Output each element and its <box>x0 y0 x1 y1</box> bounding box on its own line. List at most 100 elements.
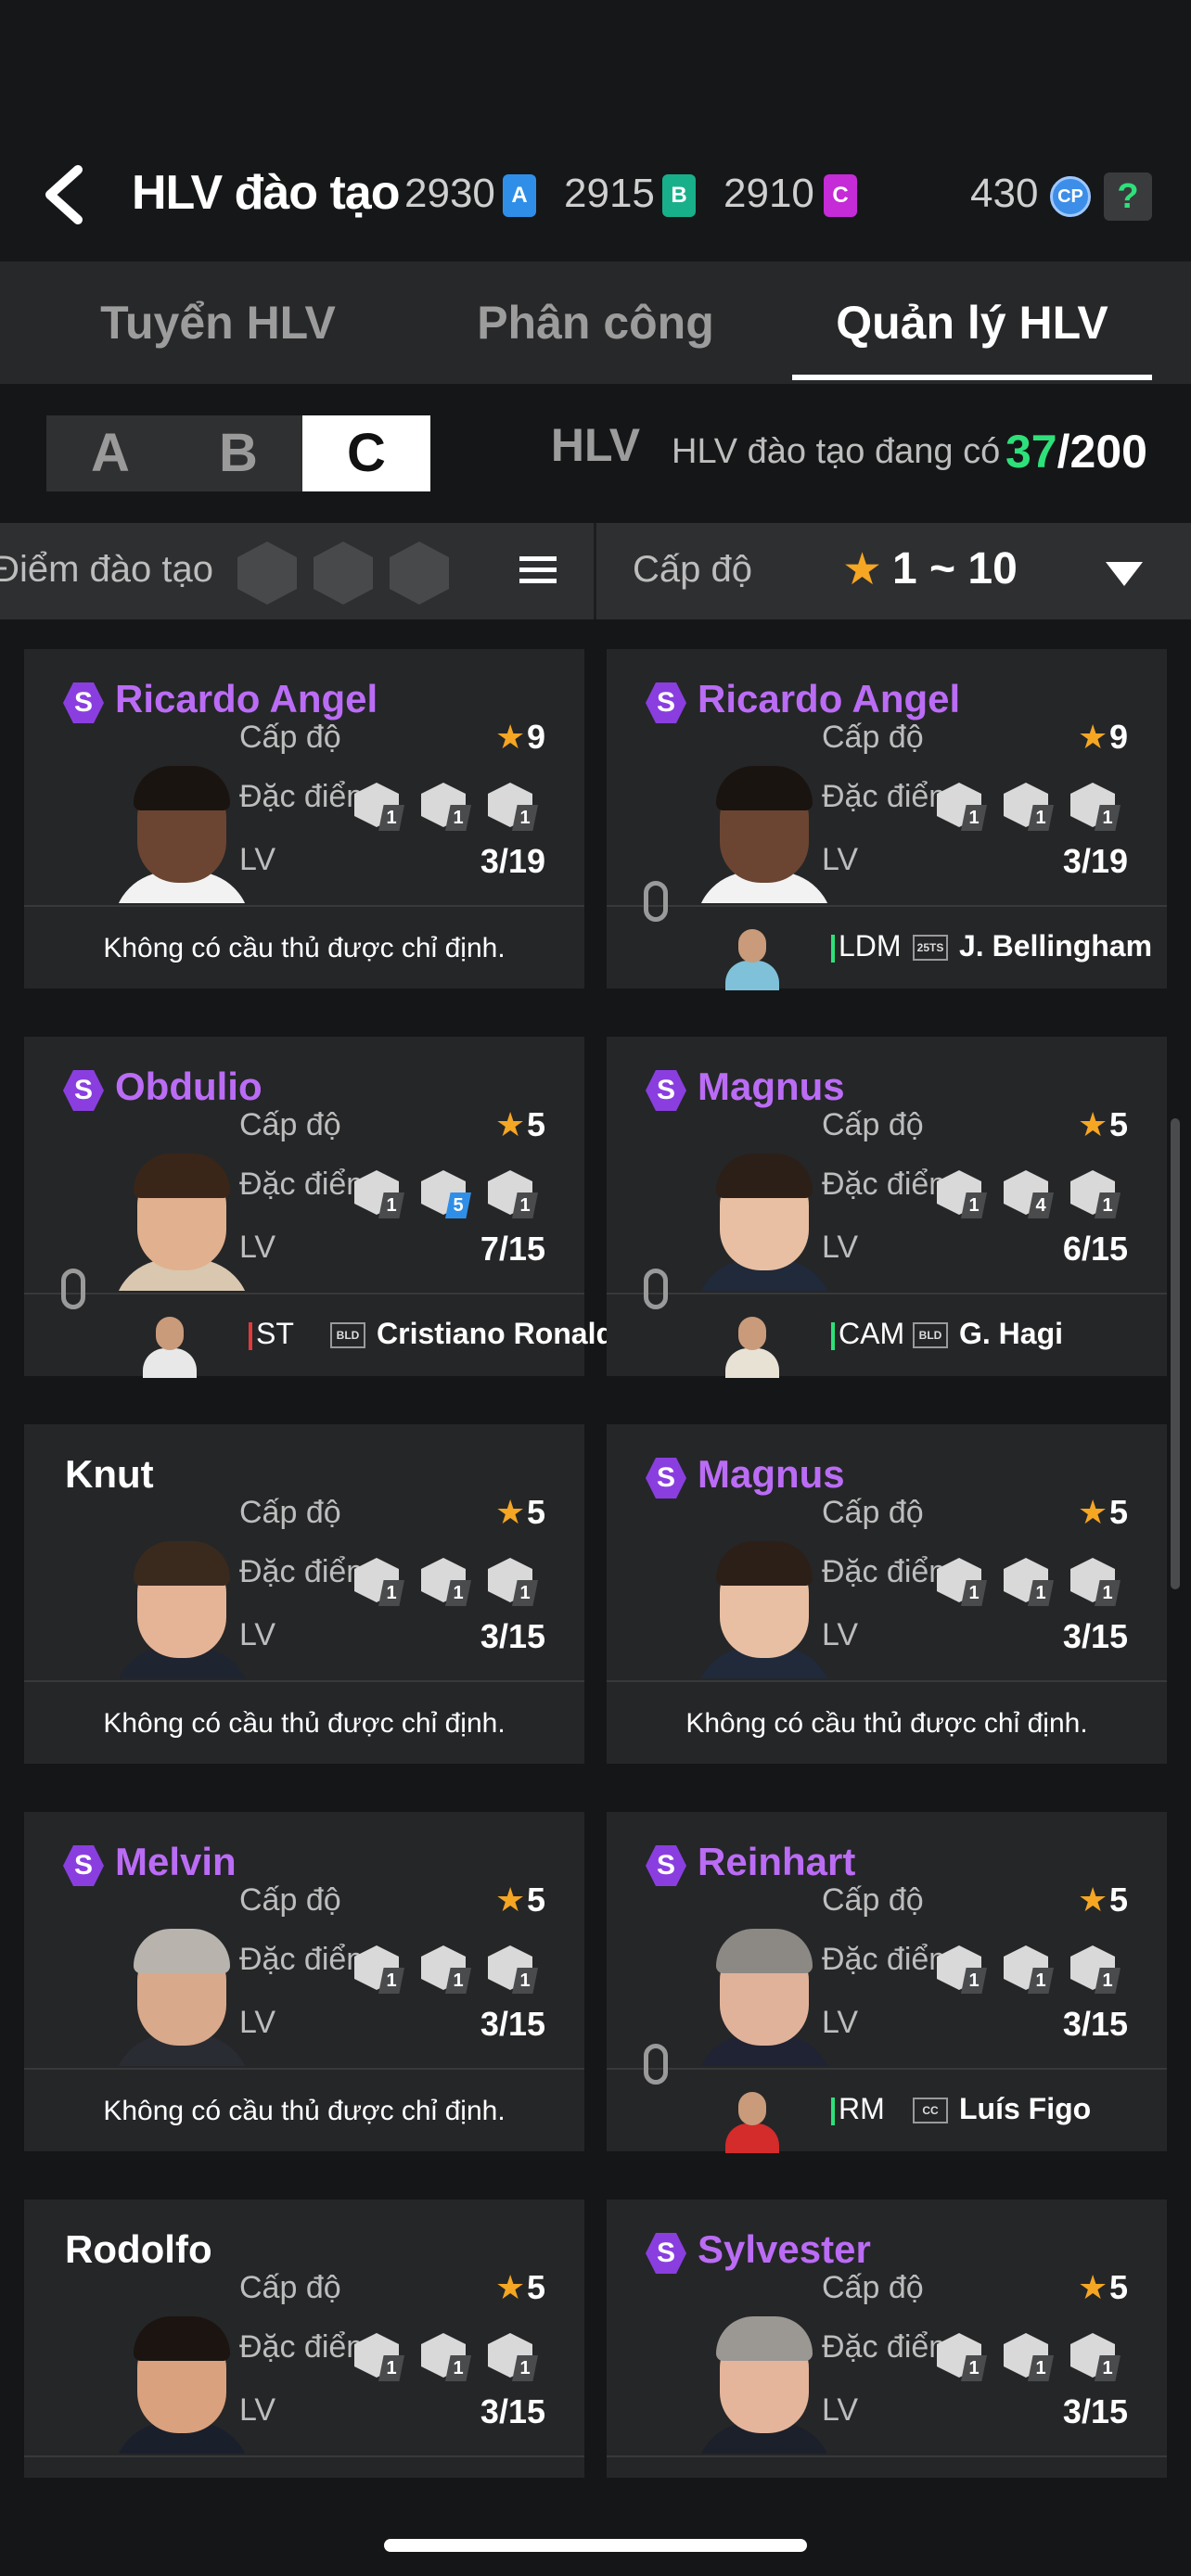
trait-icon[interactable]: 1 <box>1070 1558 1122 1610</box>
trait-icon[interactable]: 1 <box>1070 1945 1122 1997</box>
assigned-player-area[interactable]: Không có cầu thủ được chỉ định. <box>24 2455 584 2478</box>
trait-icon[interactable]: 1 <box>421 1945 473 1997</box>
assigned-player-area[interactable]: Không có cầu thủ được chỉ định. <box>24 2068 584 2153</box>
coach-card[interactable]: S Magnus Cấp độ ★ 5 Đặc điểm 1 4 1 LV 6/15 CAM BLD G.… <box>607 1037 1167 1378</box>
coach-card-top: S Melvin Cấp độ ★ 5 Đặc điểm 1 1 1 LV 3/15 <box>24 1812 584 2066</box>
trait-icon[interactable]: 1 <box>937 1170 989 1222</box>
training-slot-icon[interactable] <box>390 542 449 605</box>
tab-recruit-coach[interactable]: Tuyển HLV <box>74 261 362 384</box>
trait-icon[interactable]: 1 <box>354 783 406 835</box>
trait-icon[interactable]: 1 <box>488 1170 540 1222</box>
no-player-text: Không có cầu thủ được chỉ định. <box>103 933 506 963</box>
tab-manage-coach[interactable]: Quản lý HLV <box>792 261 1152 384</box>
no-player-text: Không có cầu thủ được chỉ định. <box>24 2457 584 2478</box>
coach-name: Magnus <box>698 1065 845 1108</box>
coach-avatar <box>690 1534 839 1678</box>
lv-label: LV <box>822 1230 859 1265</box>
season-badge: CC <box>913 2098 948 2123</box>
coach-name: Obdulio <box>115 1065 263 1108</box>
lv-label: LV <box>239 2005 276 2040</box>
training-slot-icon[interactable] <box>314 542 373 605</box>
trait-icon[interactable]: 1 <box>354 1945 406 1997</box>
grade-a-button[interactable]: A <box>46 415 174 491</box>
filter-bar: Điểm đào tạo Cấp độ ★ 1 ~ 10 <box>0 523 1191 619</box>
coach-card[interactable]: Knut Cấp độ ★ 5 Đặc điểm 1 1 1 LV 3/15 Không có cầ… <box>24 1424 584 1764</box>
player-name: Luís Figo <box>959 2092 1092 2125</box>
star-icon: ★ <box>1078 1493 1108 1531</box>
coach-card[interactable]: S Obdulio Cấp độ ★ 5 Đặc điểm 1 5 1 LV 7/15 ST BLD Cr… <box>24 1037 633 1378</box>
trait-icon[interactable]: 1 <box>354 1170 406 1222</box>
coach-card[interactable]: S Ricardo Angel Cấp độ ★ 9 Đặc điểm 1 1 1 LV 3/19 L… <box>607 649 1167 990</box>
link-icon <box>644 2044 668 2085</box>
scrollbar[interactable] <box>1171 1118 1180 1589</box>
assigned-player-area[interactable]: LDM 25TS J. Bellingham <box>607 881 1167 990</box>
level-label: Cấp độ <box>822 1107 924 1142</box>
trait-icon[interactable]: 1 <box>1070 2333 1122 2385</box>
coach-avatar <box>108 1146 256 1291</box>
coach-card[interactable]: S Melvin Cấp độ ★ 5 Đặc điểm 1 1 1 LV 3/15 Không có… <box>24 1812 584 2151</box>
trait-icon[interactable]: 1 <box>1004 1558 1056 1610</box>
trait-icon[interactable]: 1 <box>937 1558 989 1610</box>
trait-icon[interactable]: 1 <box>937 783 989 835</box>
level-label: Cấp độ <box>239 1882 341 1918</box>
coach-card[interactable]: SSylvesterCấp độ★5Đặc điểm111LV3/15Không… <box>607 2200 1167 2478</box>
traits-label: Đặc điểm <box>822 779 942 814</box>
trait-icon[interactable]: 1 <box>354 2333 406 2385</box>
grade-c-button[interactable]: C <box>302 415 430 491</box>
tab-assign-coach[interactable]: Phân công HLV <box>427 261 764 471</box>
coach-lv-progress: 3/15 <box>1062 1617 1128 1655</box>
coach-card[interactable]: S Ricardo Angel Cấp độ ★ 9 Đặc điểm 1 1 1 LV 3/19 K… <box>24 649 584 988</box>
trait-icon[interactable]: 1 <box>488 2333 540 2385</box>
grade-b-button[interactable]: B <box>174 415 302 491</box>
assigned-player-area[interactable]: Không có cầu thủ được chỉ định. <box>607 2455 1167 2478</box>
coach-lv-progress: 7/15 <box>480 1230 545 1268</box>
coach-card-top: S Sylvester Cấp độ ★ 5 Đặc điểm 1 1 1 LV 3/15 <box>607 2200 1167 2454</box>
assigned-player-area[interactable]: Không có cầu thủ được chỉ định. <box>24 905 584 990</box>
coach-name: Ricardo Angel <box>698 677 961 721</box>
home-indicator[interactable] <box>384 2539 807 2552</box>
trait-icon[interactable]: 1 <box>421 2333 473 2385</box>
assigned-player-area[interactable]: Không có cầu thủ được chỉ định. <box>24 1680 584 1766</box>
training-points-filter-label[interactable]: Điểm đào tạo <box>0 549 213 591</box>
trait-icon[interactable]: 5 <box>421 1170 473 1222</box>
level-range-value[interactable]: 1 ~ 10 <box>892 543 1018 594</box>
coach-avatar <box>690 2309 839 2454</box>
level-filter-label[interactable]: Cấp độ <box>633 549 752 591</box>
trait-icon[interactable]: 1 <box>421 1558 473 1610</box>
special-s-icon: S <box>646 1845 686 1886</box>
trait-icon[interactable]: 1 <box>488 1558 540 1610</box>
coach-name: Reinhart <box>698 1840 856 1883</box>
cp-icon: CP <box>1050 176 1091 217</box>
help-icon[interactable]: ? <box>1104 172 1152 221</box>
special-s-icon: S <box>63 1070 104 1111</box>
assigned-player-area[interactable]: Không có cầu thủ được chỉ định. <box>607 1680 1167 1766</box>
trait-icon[interactable]: 4 <box>1004 1170 1056 1222</box>
trait-icon[interactable]: 1 <box>1004 1945 1056 1997</box>
trait-icon[interactable]: 1 <box>421 783 473 835</box>
trait-icon[interactable]: 1 <box>488 1945 540 1997</box>
trait-icon[interactable]: 1 <box>937 1945 989 1997</box>
trait-icon[interactable]: 1 <box>354 1558 406 1610</box>
coach-card[interactable]: S Reinhart Cấp độ ★ 5 Đặc điểm 1 1 1 LV 3/15 RM CC Lu… <box>607 1812 1167 2153</box>
trait-icon[interactable]: 1 <box>1004 2333 1056 2385</box>
coach-card[interactable]: S Magnus Cấp độ ★ 5 Đặc điểm 1 1 1 LV 3/15 Không có… <box>607 1424 1167 1764</box>
training-slot-icon[interactable] <box>237 542 297 605</box>
grade-segmented-control: A B C <box>46 415 430 491</box>
trait-icon[interactable]: 1 <box>1070 1170 1122 1222</box>
star-icon: ★ <box>1078 2268 1108 2306</box>
assigned-player-area[interactable]: RM CC Luís Figo <box>607 2044 1167 2153</box>
assigned-player-area[interactable]: ST BLD Cristiano Ronaldo <box>24 1269 633 1378</box>
traits-label: Đặc điểm <box>239 1554 360 1589</box>
player-name: G. Hagi <box>959 1317 1064 1350</box>
coach-card[interactable]: RodolfoCấp độ★5Đặc điểm111LV3/15Không có… <box>24 2200 584 2478</box>
coach-card-top: S Magnus Cấp độ ★ 5 Đặc điểm 1 4 1 LV 6/15 <box>607 1037 1167 1291</box>
trait-icon[interactable]: 1 <box>1004 783 1056 835</box>
back-arrow-icon[interactable] <box>37 162 93 227</box>
menu-icon[interactable] <box>519 556 557 586</box>
trait-icon[interactable]: 1 <box>1070 783 1122 835</box>
trait-icon[interactable]: 1 <box>937 2333 989 2385</box>
trait-icon[interactable]: 1 <box>488 783 540 835</box>
dropdown-caret-icon[interactable] <box>1106 562 1143 586</box>
coach-lv-progress: 3/15 <box>480 2392 545 2430</box>
assigned-player-area[interactable]: CAM BLD G. Hagi <box>607 1269 1167 1378</box>
